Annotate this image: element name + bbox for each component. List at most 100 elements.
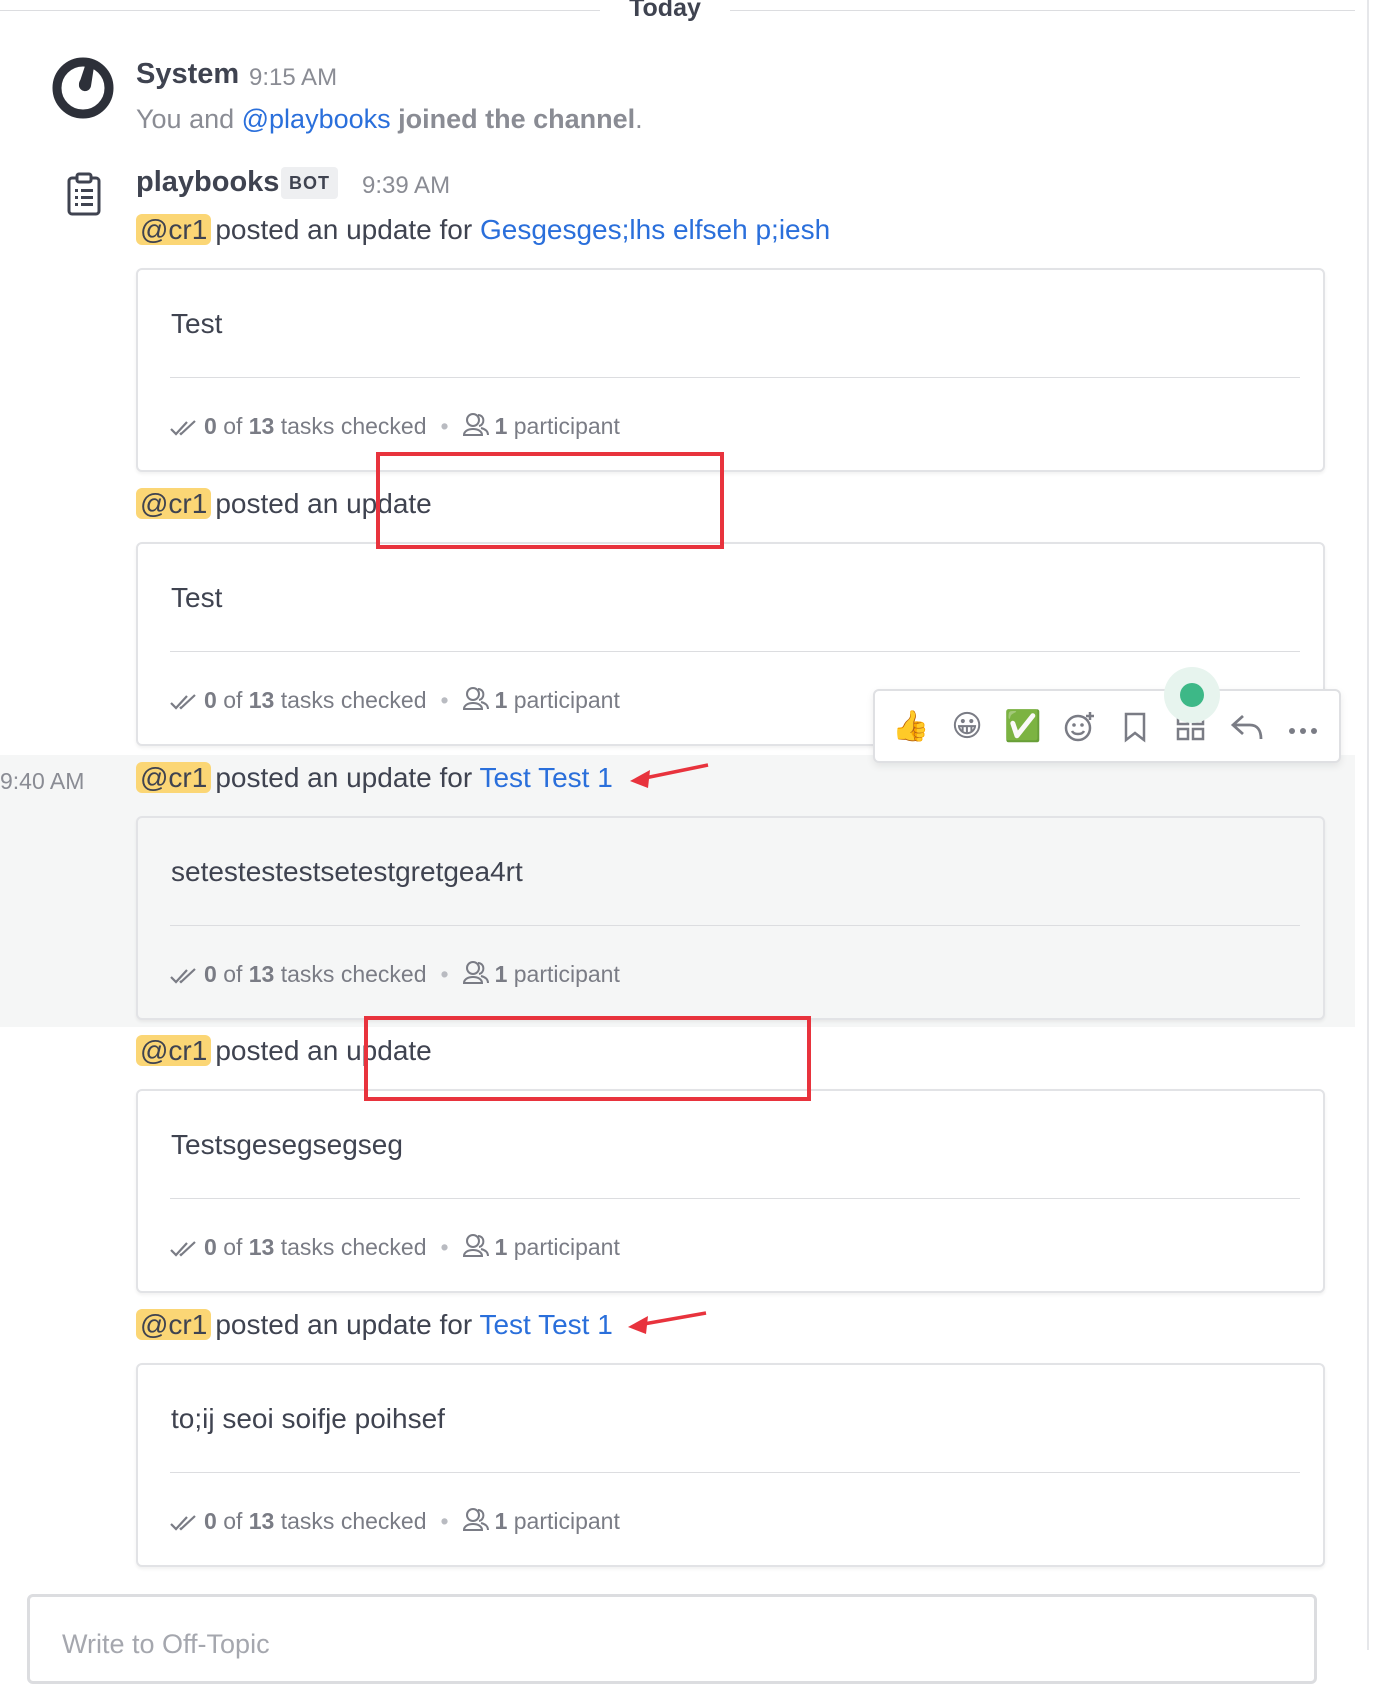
update-meta: 0 of 13 tasks checked • 1 participant xyxy=(170,686,620,714)
date-separator-label: Today xyxy=(629,0,701,22)
meta-dot-separator: • xyxy=(440,961,449,987)
tasks-label: tasks checked xyxy=(280,687,427,713)
participants-label: participant xyxy=(513,687,620,713)
tasks-label: tasks checked xyxy=(280,1508,427,1534)
playbooks-mention-link[interactable]: @playbooks xyxy=(242,104,391,134)
smile-reaction-button[interactable]: 😀 xyxy=(945,705,989,749)
tasks-total: 13 xyxy=(248,1508,275,1534)
participants-icon xyxy=(462,1507,489,1531)
participants-label: participant xyxy=(513,961,620,987)
add-reaction-icon[interactable] xyxy=(1057,705,1101,749)
bot-author-name[interactable]: playbooks xyxy=(136,166,279,199)
update-body: Test xyxy=(171,308,223,339)
tasks-of: of xyxy=(223,1508,243,1534)
double-check-icon xyxy=(170,1237,198,1257)
card-divider xyxy=(170,651,1300,652)
update-meta: 0 of 13 tasks checked • 1 participant xyxy=(170,1507,620,1535)
online-status-dot-icon xyxy=(1180,683,1204,707)
participants-count: 1 xyxy=(494,413,508,439)
update-body: Test xyxy=(171,582,223,613)
tasks-total: 13 xyxy=(248,687,275,713)
thumbs-up-reaction-button[interactable]: 👍 xyxy=(889,705,933,749)
participants-label: participant xyxy=(513,413,620,439)
double-check-icon xyxy=(170,1511,198,1531)
system-message-end: . xyxy=(635,104,643,134)
playbooks-bot-avatar-icon[interactable] xyxy=(66,172,102,216)
post-hover-menu: 👍 😀 ✅ xyxy=(873,689,1341,763)
update-card[interactable]: setestestestsetestgretgea4rt 0 of 13 tas… xyxy=(136,816,1325,1020)
card-divider xyxy=(170,377,1300,378)
date-separator: Today xyxy=(0,0,1355,24)
annotation-arrow-icon xyxy=(626,1310,708,1338)
double-check-icon xyxy=(170,964,198,984)
participants-icon xyxy=(462,412,489,436)
system-post-time[interactable]: 9:15 AM xyxy=(249,64,337,92)
run-link[interactable]: Test Test 1 xyxy=(479,1309,612,1340)
update-card[interactable]: Testsgesegsegseg 0 of 13 tasks checked • 1… xyxy=(136,1089,1325,1293)
tasks-label: tasks checked xyxy=(280,961,427,987)
card-divider xyxy=(170,925,1300,926)
update-text: posted an update for xyxy=(215,1309,480,1340)
participants-label: participant xyxy=(513,1508,620,1534)
tasks-total: 13 xyxy=(248,1234,275,1260)
run-link[interactable]: Test Test 1 xyxy=(479,762,612,793)
tasks-of: of xyxy=(223,1234,243,1260)
post-side-time[interactable]: 9:40 AM xyxy=(0,768,84,795)
system-avatar-icon[interactable] xyxy=(51,56,115,120)
bot-badge: BOT xyxy=(281,167,338,199)
participants-icon xyxy=(462,1233,489,1257)
tasks-of: of xyxy=(223,687,243,713)
participants-icon xyxy=(462,686,489,710)
system-author-name[interactable]: System xyxy=(136,58,239,91)
update-line-5: @cr1 posted an update for Test Test 1 xyxy=(136,1306,613,1344)
update-body: to;ij seoi soifje poihsef xyxy=(171,1403,445,1434)
meta-dot-separator: • xyxy=(440,687,449,713)
reply-icon[interactable] xyxy=(1225,705,1269,749)
update-line-3: @cr1 posted an update for Test Test 1 xyxy=(136,759,613,797)
check-reaction-button[interactable]: ✅ xyxy=(1001,705,1045,749)
update-body: setestestestsetestgretgea4rt xyxy=(171,856,523,887)
user-mention[interactable]: @cr1 xyxy=(136,488,212,519)
tasks-total: 13 xyxy=(248,413,275,439)
system-message: You and @playbooks joined the channel. xyxy=(136,104,643,135)
update-line-1: @cr1 posted an update for Gesgesges;lhs e… xyxy=(136,211,830,249)
separator-line-right xyxy=(730,10,1355,11)
update-meta: 0 of 13 tasks checked • 1 participant xyxy=(170,412,620,440)
tasks-of: of xyxy=(223,413,243,439)
more-icon[interactable] xyxy=(1281,705,1325,749)
user-mention[interactable]: @cr1 xyxy=(136,214,212,245)
user-mention[interactable]: @cr1 xyxy=(136,762,212,793)
card-divider xyxy=(170,1198,1300,1199)
bot-post-time[interactable]: 9:39 AM xyxy=(362,172,450,200)
user-mention[interactable]: @cr1 xyxy=(136,1309,212,1340)
user-mention[interactable]: @cr1 xyxy=(136,1035,212,1066)
meta-dot-separator: • xyxy=(440,1508,449,1534)
update-meta: 0 of 13 tasks checked • 1 participant xyxy=(170,1233,620,1261)
update-meta: 0 of 13 tasks checked • 1 participant xyxy=(170,960,620,988)
annotation-arrow-icon xyxy=(628,762,710,790)
update-body: Testsgesegsegseg xyxy=(171,1129,403,1160)
tasks-label: tasks checked xyxy=(280,413,427,439)
run-link[interactable]: Gesgesges;lhs elfseh p;iesh xyxy=(480,214,830,245)
annotation-box xyxy=(364,1016,811,1101)
composer-placeholder[interactable]: Write to Off-Topic xyxy=(62,1629,270,1660)
tasks-label: tasks checked xyxy=(280,1234,427,1260)
tasks-done: 0 xyxy=(204,1234,217,1260)
separator-line-left xyxy=(0,10,600,11)
update-card[interactable]: to;ij seoi soifje poihsef 0 of 13 tasks … xyxy=(136,1363,1325,1567)
system-message-prefix: You and xyxy=(136,104,242,134)
update-card[interactable]: Test 0 of 13 tasks checked • 1 participant xyxy=(136,268,1325,472)
tasks-of: of xyxy=(223,961,243,987)
system-message-suffix: joined the channel xyxy=(390,104,636,134)
bookmark-icon[interactable] xyxy=(1113,705,1157,749)
double-check-icon xyxy=(170,416,198,436)
participants-label: participant xyxy=(513,1234,620,1260)
participants-count: 1 xyxy=(494,961,508,987)
tasks-done: 0 xyxy=(204,1508,217,1534)
update-text: posted an update for xyxy=(215,762,480,793)
meta-dot-separator: • xyxy=(440,1234,449,1260)
message-composer[interactable]: Write to Off-Topic xyxy=(27,1594,1317,1684)
tasks-done: 0 xyxy=(204,413,217,439)
double-check-icon xyxy=(170,690,198,710)
card-divider xyxy=(170,1472,1300,1473)
